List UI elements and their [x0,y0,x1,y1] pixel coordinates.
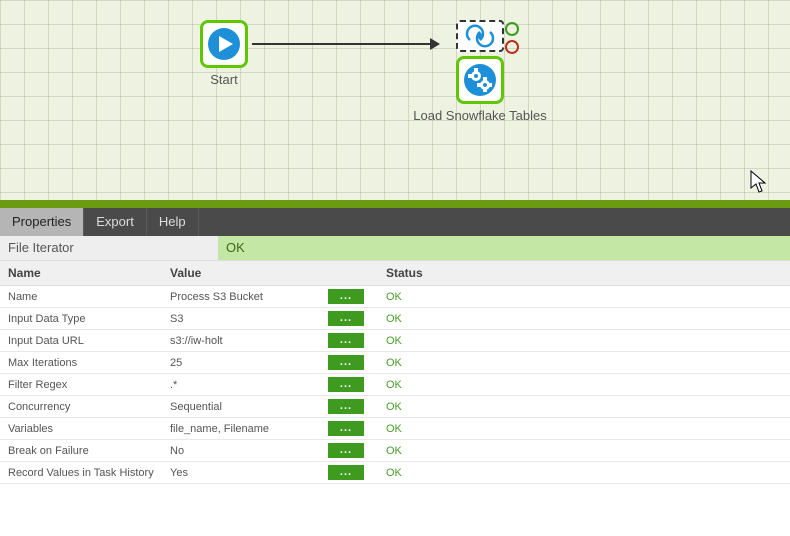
prop-status: OK [378,313,790,325]
status-failure-icon [505,40,519,54]
prop-value[interactable]: Sequential [162,401,328,413]
tab-export[interactable]: Export [84,208,147,236]
prop-name: Input Data Type [0,313,162,325]
table-row[interactable]: Variablesfile_name, Filename... OK [0,418,790,440]
cursor-icon [750,170,768,194]
header-name: Name [0,266,162,280]
prop-value[interactable]: Yes [162,467,328,479]
prop-status: OK [378,401,790,413]
gears-icon [456,56,504,104]
edit-button[interactable]: ... [328,311,364,326]
tab-help[interactable]: Help [147,208,199,236]
edit-button[interactable]: ... [328,465,364,480]
edit-button[interactable]: ... [328,377,364,392]
table-row[interactable]: Input Data URLs3://iw-holt... OK [0,330,790,352]
component-bar: File Iterator OK [0,236,790,260]
header-status: Status [378,266,790,280]
edit-button[interactable]: ... [328,421,364,436]
edit-button[interactable]: ... [328,443,364,458]
iterator-icon [456,20,504,52]
component-name: File Iterator [0,236,218,260]
component-status: OK [218,236,790,260]
prop-status: OK [378,445,790,457]
prop-status: OK [378,291,790,303]
prop-value[interactable]: No [162,445,328,457]
edit-button[interactable]: ... [328,355,364,370]
properties-grid-header: Name Value Status [0,260,790,286]
node-load-snowflake[interactable]: Load Snowflake Tables [370,20,590,123]
edit-button[interactable]: ... [328,333,364,348]
prop-value[interactable]: s3://iw-holt [162,335,328,347]
edit-button[interactable]: ... [328,399,364,414]
prop-value[interactable]: file_name, Filename [162,423,328,435]
prop-status: OK [378,335,790,347]
panel-tabbar: Properties Export Help [0,208,790,236]
table-row[interactable]: NameProcess S3 Bucket... OK [0,286,790,308]
table-row[interactable]: Break on FailureNo... OK [0,440,790,462]
prop-name: Name [0,291,162,303]
prop-name: Variables [0,423,162,435]
prop-status: OK [378,357,790,369]
table-row[interactable]: Filter Regex.*... OK [0,374,790,396]
prop-value[interactable]: 25 [162,357,328,369]
prop-status: OK [378,423,790,435]
prop-name: Input Data URL [0,335,162,347]
prop-name: Record Values in Task History [0,467,162,479]
workflow-canvas[interactable]: Start [0,0,790,208]
table-row[interactable]: Record Values in Task HistoryYes... OK [0,462,790,484]
table-row[interactable]: Max Iterations25... OK [0,352,790,374]
prop-value[interactable]: Process S3 Bucket [162,291,328,303]
header-value: Value [162,266,328,280]
prop-name: Break on Failure [0,445,162,457]
table-row[interactable]: ConcurrencySequential... OK [0,396,790,418]
prop-status: OK [378,379,790,391]
prop-value[interactable]: S3 [162,313,328,325]
prop-name: Filter Regex [0,379,162,391]
status-success-icon [505,22,519,36]
node-start-label: Start [200,72,248,87]
edit-button[interactable]: ... [328,289,364,304]
node-start[interactable]: Start [200,20,248,87]
table-row[interactable]: Input Data TypeS3... OK [0,308,790,330]
prop-name: Concurrency [0,401,162,413]
prop-value[interactable]: .* [162,379,328,391]
play-icon [200,20,248,68]
properties-grid-body: NameProcess S3 Bucket...OKInput Data Typ… [0,286,790,484]
prop-name: Max Iterations [0,357,162,369]
node-load-label: Load Snowflake Tables [370,108,590,123]
prop-status: OK [378,467,790,479]
tab-properties[interactable]: Properties [0,208,84,236]
